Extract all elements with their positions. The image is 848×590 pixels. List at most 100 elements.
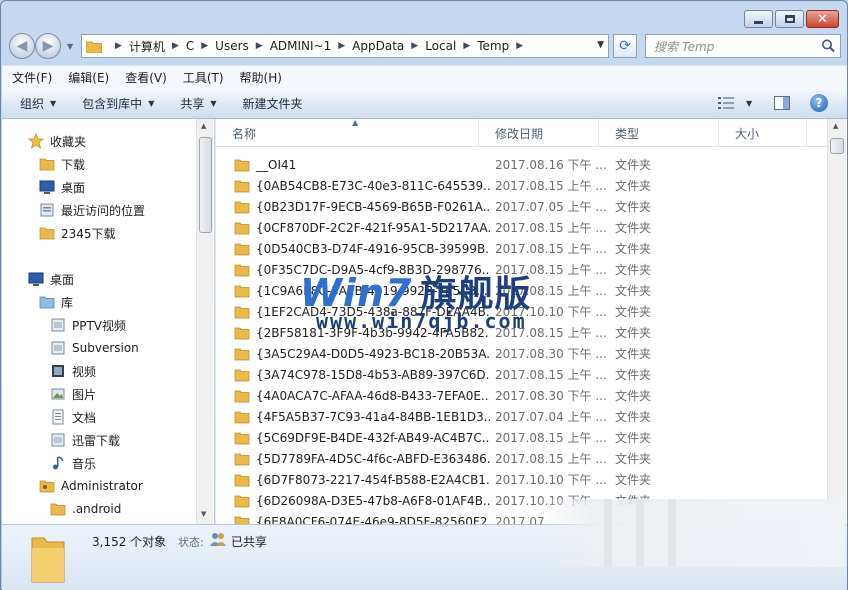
address-bar[interactable]: ▶ 计算机 ▶ C ▶ Users ▶ ADMINI~1 ▶ AppData ▶ Loca…: [81, 34, 609, 58]
file-modified-date: 2017.08.16 下午 ...: [495, 158, 607, 172]
table-row[interactable]: {0AB54CB8-E73C-40e3-811C-645539... 2017.0…: [216, 175, 830, 196]
file-type: 文件夹: [615, 200, 652, 214]
scroll-thumb[interactable]: [199, 137, 212, 233]
change-view-button[interactable]: ▼: [718, 96, 752, 110]
tree-libraries[interactable]: 库: [39, 291, 73, 313]
tree-desktop[interactable]: 桌面: [39, 176, 85, 198]
chevron-right-icon[interactable]: ▶: [463, 41, 470, 51]
address-history-dropdown[interactable]: ▼: [597, 40, 604, 50]
folder-icon: [234, 348, 250, 360]
library-icon: [51, 318, 65, 332]
folder-icon: [234, 243, 250, 255]
column-name[interactable]: 名称: [216, 119, 479, 147]
table-row[interactable]: {0F35C7DC-D9A5-4cf9-8B3D-298776... 2017.0…: [216, 259, 830, 280]
tree-documents[interactable]: 文档: [50, 406, 96, 428]
table-row[interactable]: {6D7F8073-2217-454f-B588-E2A4CB1... 2017.…: [216, 469, 830, 490]
file-name: {6D26098A-D3E5-47b8-A6F8-01AF4B...: [234, 490, 490, 511]
menu-help[interactable]: 帮助(H): [240, 69, 282, 86]
chevron-right-icon[interactable]: ▶: [172, 41, 179, 51]
menu-view[interactable]: 查看(V): [125, 69, 167, 86]
table-row[interactable]: {5D7789FA-4D5C-4f6c-ABFD-E363486... 2017.…: [216, 448, 830, 469]
column-modified[interactable]: 修改日期: [479, 119, 599, 147]
tree-recent-places[interactable]: 最近访问的位置: [39, 199, 145, 221]
breadcrumb-appdata[interactable]: AppData ▶: [352, 39, 425, 53]
search-input[interactable]: 搜索 Temp: [645, 34, 841, 58]
search-icon[interactable]: [820, 38, 836, 54]
object-count: 3,152 个对象: [92, 535, 167, 549]
tree-android[interactable]: .android: [50, 498, 121, 520]
menu-tools[interactable]: 工具(T): [183, 69, 224, 86]
folder-icon: [234, 516, 250, 524]
column-type[interactable]: 类型: [599, 119, 719, 147]
forward-button[interactable]: ▶: [35, 33, 61, 59]
table-row[interactable]: {1C9A6E8C-3A1B-4b19-992B-7E5C3... 2017.08…: [216, 280, 830, 301]
file-type: 文件夹: [615, 473, 652, 487]
tree-favorites[interactable]: 收藏夹: [28, 130, 86, 152]
table-row[interactable]: {0D540CB3-D74F-4916-95CB-39599B... 2017.0…: [216, 238, 830, 259]
close-button[interactable]: ✕: [806, 10, 839, 28]
menu-edit[interactable]: 编辑(E): [68, 69, 109, 86]
menu-file[interactable]: 文件(F): [12, 69, 52, 86]
tree-videos[interactable]: 视频: [50, 360, 96, 382]
organize-button[interactable]: 组织 ▼: [20, 95, 56, 112]
table-row[interactable]: {3A74C978-15D8-4b53-AB89-397C6D... 2017.0…: [216, 364, 830, 385]
table-row[interactable]: {3A5C29A4-D0D5-4923-BC18-20B53A... 2017.0…: [216, 343, 830, 364]
table-row[interactable]: {0CF870DF-2C2F-421f-95A1-5D217AA... 2017.…: [216, 217, 830, 238]
recent-pages-dropdown[interactable]: ▼: [67, 42, 73, 51]
tree-administrator[interactable]: Administrator: [39, 475, 143, 497]
chevron-right-icon[interactable]: ▶: [338, 41, 345, 51]
refresh-button[interactable]: ⟳: [613, 34, 637, 58]
scroll-up-icon[interactable]: ▲: [201, 122, 206, 130]
file-modified-date: 2017.07.04 上午 ...: [495, 410, 607, 424]
chevron-right-icon[interactable]: ▶: [201, 41, 208, 51]
navigation-scrollbar[interactable]: ▲ ▼: [196, 119, 213, 524]
tree-pictures[interactable]: 图片: [50, 383, 96, 405]
tree-subversion[interactable]: Subversion: [50, 337, 139, 359]
help-icon[interactable]: ?: [810, 94, 828, 112]
minimize-button[interactable]: [744, 10, 773, 28]
chevron-right-icon[interactable]: ▶: [256, 41, 263, 51]
breadcrumb-computer[interactable]: 计算机 ▶: [129, 38, 186, 55]
file-name: {1EF2CAD4-73D5-438a-887F-DEAA4B...: [234, 301, 490, 322]
search-placeholder: 搜索 Temp: [654, 39, 715, 54]
chevron-down-icon: ▼: [210, 99, 217, 108]
file-type: 文件夹: [615, 368, 652, 382]
maximize-button[interactable]: [775, 10, 804, 28]
table-row[interactable]: {2BF58181-3F9F-4b3b-9942-4FA5B82... 2017.…: [216, 322, 830, 343]
include-in-library-button[interactable]: 包含到库中 ▼: [82, 95, 154, 112]
column-size[interactable]: 大小: [719, 119, 807, 147]
table-row[interactable]: __OI41 2017.08.16 下午 ... 文件夹: [216, 154, 830, 175]
breadcrumb-temp[interactable]: Temp ▶: [477, 39, 530, 53]
scroll-up-icon[interactable]: ▲: [833, 122, 838, 130]
breadcrumb-admini[interactable]: ADMINI~1 ▶: [270, 39, 352, 53]
scroll-down-icon[interactable]: ▼: [201, 510, 206, 518]
table-row[interactable]: {0B23D17F-9ECB-4569-B65B-F0261A... 2017.0…: [216, 196, 830, 217]
preview-pane-button[interactable]: [774, 96, 790, 110]
share-button[interactable]: 共享 ▼: [180, 95, 216, 112]
file-modified-date: 2017.08.15 上午 ...: [495, 221, 607, 235]
file-name: {5D7789FA-4D5C-4f6c-ABFD-E363486...: [234, 448, 490, 469]
scroll-thumb[interactable]: [830, 138, 844, 154]
tree-downloads[interactable]: 下载: [39, 153, 85, 175]
breadcrumb-users[interactable]: Users ▶: [215, 39, 270, 53]
breadcrumb-separator[interactable]: ▶: [108, 41, 129, 51]
tree-xunlei-downloads[interactable]: 迅雷下载: [50, 429, 120, 451]
file-list-scrollbar[interactable]: ▲: [827, 119, 846, 524]
table-row[interactable]: {4A0ACA7C-AFAA-46d8-B433-7EFA0E... 2017.0…: [216, 385, 830, 406]
tree-music[interactable]: 音乐: [50, 452, 96, 474]
table-row[interactable]: {1EF2CAD4-73D5-438a-887F-DEAA4B... 2017.1…: [216, 301, 830, 322]
command-bar: 组织 ▼ 包含到库中 ▼ 共享 ▼ 新建文件夹 ▼ ?: [2, 89, 847, 119]
breadcrumb-local[interactable]: Local ▶: [425, 39, 477, 53]
new-folder-button[interactable]: 新建文件夹: [243, 95, 303, 112]
table-row[interactable]: {5C69DF9E-B4DE-432f-AB49-AC4B7C... 2017.0…: [216, 427, 830, 448]
breadcrumb-c[interactable]: C ▶: [186, 39, 215, 53]
video-icon: [52, 365, 64, 377]
back-button[interactable]: ◀: [9, 33, 35, 59]
file-type: 文件夹: [615, 347, 652, 361]
tree-2345-downloads[interactable]: 2345下载: [39, 222, 116, 244]
tree-desktop-root[interactable]: 桌面: [28, 268, 74, 290]
table-row[interactable]: {4F5A5B37-7C93-41a4-84BB-1EB1D3... 2017.0…: [216, 406, 830, 427]
tree-pptv-videos[interactable]: PPTV视频: [50, 314, 126, 336]
chevron-right-icon[interactable]: ▶: [411, 41, 418, 51]
chevron-right-icon[interactable]: ▶: [516, 41, 523, 51]
